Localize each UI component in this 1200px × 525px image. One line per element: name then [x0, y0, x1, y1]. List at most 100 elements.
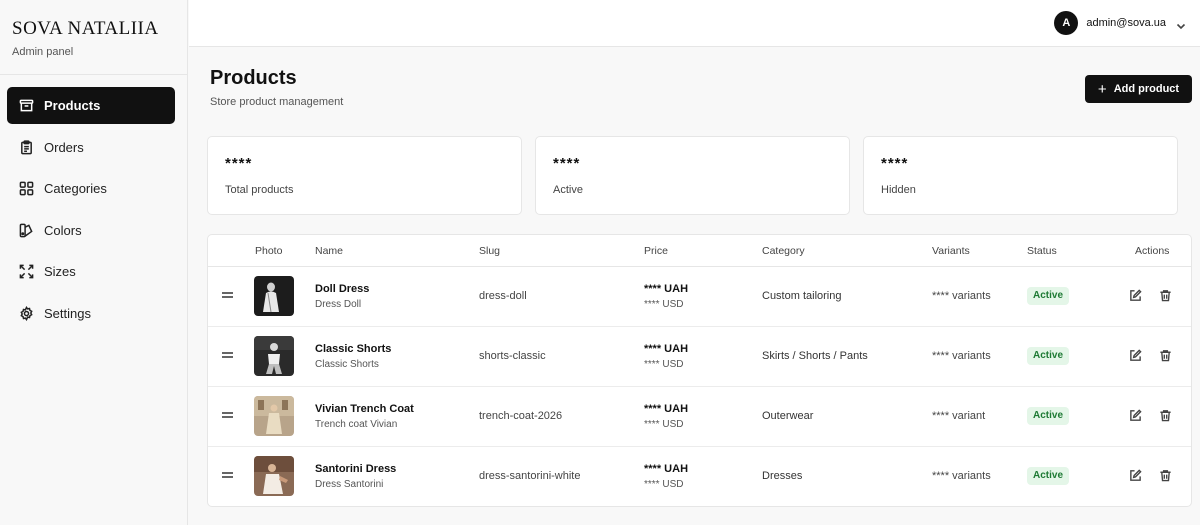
add-product-button[interactable]: + Add product [1085, 75, 1192, 103]
trash-icon[interactable] [1159, 289, 1172, 302]
palette-icon [18, 222, 34, 238]
brand-subtitle: Admin panel [12, 46, 74, 58]
page-title: Products [210, 67, 297, 89]
price-uah: **** UAH [644, 403, 689, 415]
sidebar-item-categories[interactable]: Categories [7, 170, 175, 207]
stat-label: Hidden [881, 184, 916, 196]
add-product-label: Add product [1113, 83, 1180, 95]
product-subname: Dress Doll [315, 299, 362, 310]
clipboard-icon [18, 139, 34, 155]
column-header-category: Category [762, 245, 805, 257]
edit-icon[interactable] [1129, 469, 1142, 482]
stat-value: **** [225, 155, 253, 172]
product-slug: shorts-classic [479, 350, 546, 362]
plus-icon: + [1097, 80, 1107, 98]
table-header: Photo Name Slug Price Category Variants … [208, 235, 1191, 267]
product-name: Vivian Trench Coat [315, 403, 414, 415]
status-badge: Active [1027, 407, 1070, 425]
main-content: Products Store product management + Add … [189, 48, 1200, 525]
column-header-price: Price [644, 245, 668, 257]
table-row[interactable]: Classic Shorts Classic Shorts shorts-cla… [208, 327, 1191, 387]
product-variants: **** variant [932, 410, 986, 422]
price-uah: **** UAH [644, 463, 689, 475]
product-variants: **** variants [932, 290, 991, 302]
product-photo [254, 396, 294, 436]
trash-icon[interactable] [1159, 409, 1172, 422]
stat-label: Total products [225, 184, 294, 196]
product-subname: Trench coat Vivian [315, 419, 398, 430]
archive-icon [18, 98, 34, 114]
price-uah: **** UAH [644, 343, 689, 355]
chevron-down-icon [1176, 18, 1186, 30]
drag-handle-icon[interactable] [222, 411, 233, 419]
product-price: **** UAH **** USD [644, 403, 688, 430]
topbar: A admin@sova.ua [189, 0, 1200, 47]
expand-icon [18, 264, 34, 280]
price-usd: **** USD [644, 419, 684, 430]
sidebar-nav: Products Orders Categories Colors Sizes [0, 75, 187, 332]
product-variants: **** variants [932, 350, 991, 362]
price-usd: **** USD [644, 299, 684, 310]
column-header-slug: Slug [479, 245, 501, 257]
column-header-actions: Actions [1135, 245, 1170, 257]
stat-card-total: **** Total products [207, 136, 522, 215]
stat-card-active: **** Active [535, 136, 850, 215]
product-photo [254, 456, 294, 496]
product-price: **** UAH **** USD [644, 343, 688, 370]
sidebar-item-products[interactable]: Products [7, 87, 175, 124]
brand: SOVA NATALIIA Admin panel [0, 0, 187, 75]
sidebar-item-label: Settings [44, 305, 91, 321]
drag-handle-icon[interactable] [222, 291, 233, 299]
sidebar-item-colors[interactable]: Colors [7, 212, 175, 249]
price-usd: **** USD [644, 479, 684, 490]
sidebar: SOVA NATALIIA Admin panel Products Order… [0, 0, 188, 525]
column-header-name: Name [315, 245, 344, 257]
trash-icon[interactable] [1159, 469, 1172, 482]
price-usd: **** USD [644, 359, 684, 370]
table-row[interactable]: Doll Dress Dress Doll dress-doll **** UA… [208, 267, 1191, 327]
trash-icon[interactable] [1159, 349, 1172, 362]
stat-card-hidden: **** Hidden [863, 136, 1178, 215]
status-badge: Active [1027, 287, 1070, 305]
brand-title: SOVA NATALIIA [12, 18, 159, 39]
edit-icon[interactable] [1129, 289, 1142, 302]
avatar: A [1054, 11, 1079, 35]
product-name: Doll Dress [315, 283, 370, 295]
stat-value: **** [881, 155, 909, 172]
drag-handle-icon[interactable] [222, 351, 233, 359]
product-category: Outerwear [762, 410, 814, 422]
product-slug: dress-doll [479, 290, 527, 302]
user-menu[interactable]: A admin@sova.ua [1054, 11, 1186, 35]
product-name-cell: Santorini Dress Dress Santorini [315, 463, 396, 490]
product-subname: Classic Shorts [315, 359, 379, 370]
sidebar-item-label: Products [44, 98, 101, 113]
table-row[interactable]: Vivian Trench Coat Trench coat Vivian tr… [208, 387, 1191, 447]
edit-icon[interactable] [1129, 349, 1142, 362]
product-slug: dress-santorini-white [479, 470, 581, 482]
table-row[interactable]: Santorini Dress Dress Santorini dress-sa… [208, 447, 1191, 506]
drag-handle-icon[interactable] [222, 471, 233, 479]
column-header-photo: Photo [255, 245, 283, 257]
user-email: admin@sova.ua [1086, 17, 1166, 29]
product-price: **** UAH **** USD [644, 463, 688, 490]
product-slug: trench-coat-2026 [479, 410, 563, 422]
page-subtitle: Store product management [210, 96, 344, 108]
price-uah: **** UAH [644, 283, 689, 295]
product-subname: Dress Santorini [315, 479, 384, 490]
product-category: Dresses [762, 470, 803, 482]
product-name: Santorini Dress [315, 463, 397, 475]
product-photo [254, 276, 294, 316]
sidebar-item-label: Sizes [44, 264, 76, 279]
column-header-variants: Variants [932, 245, 970, 257]
product-name-cell: Vivian Trench Coat Trench coat Vivian [315, 403, 414, 430]
product-photo [254, 336, 294, 376]
edit-icon[interactable] [1129, 409, 1142, 422]
sidebar-item-sizes[interactable]: Sizes [7, 253, 175, 290]
products-table: Photo Name Slug Price Category Variants … [207, 234, 1192, 507]
stat-value: **** [553, 155, 581, 172]
product-category: Custom tailoring [762, 290, 842, 302]
sidebar-item-settings[interactable]: Settings [7, 295, 175, 332]
sidebar-item-label: Categories [44, 181, 107, 196]
product-category: Skirts / Shorts / Pants [762, 350, 868, 362]
sidebar-item-orders[interactable]: Orders [7, 129, 175, 166]
